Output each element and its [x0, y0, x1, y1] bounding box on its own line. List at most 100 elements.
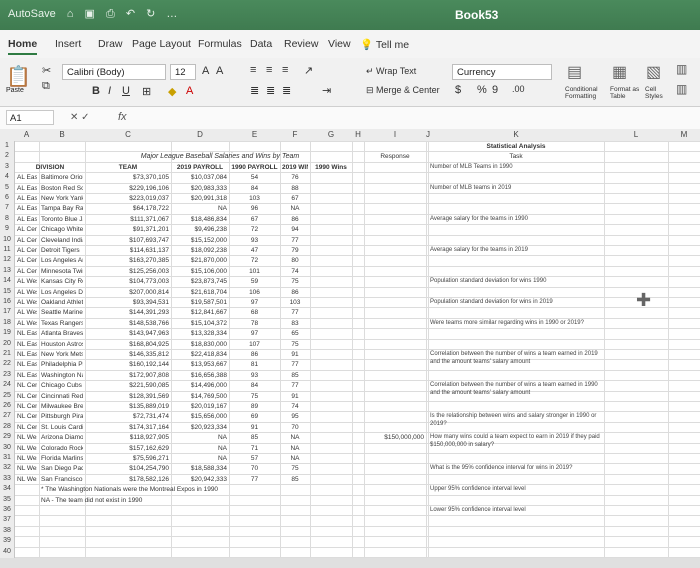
payroll-1990-cell[interactable]: $15,104,372	[173, 319, 227, 328]
row-header[interactable]: 7	[0, 203, 14, 212]
comma-button[interactable]: 9	[492, 84, 498, 96]
row-header[interactable]: 40	[0, 547, 14, 556]
column-label[interactable]: 2019 WINS	[282, 163, 308, 172]
payroll-2019-cell[interactable]: $75,596,271	[87, 454, 169, 463]
wins-1990-cell[interactable]: 80	[282, 256, 308, 265]
wins-1990-cell[interactable]: 75	[282, 464, 308, 473]
wins-2019-cell[interactable]: 54	[231, 173, 278, 182]
wins-2019-cell[interactable]: 106	[231, 288, 278, 297]
payroll-1990-cell[interactable]: $14,769,500	[173, 392, 227, 401]
percent-button[interactable]: %	[477, 84, 487, 96]
sheet-title[interactable]: Major League Baseball Salaries and Wins …	[87, 152, 353, 161]
wins-2019-cell[interactable]: 70	[231, 464, 278, 473]
division-cell[interactable]: NL Central	[17, 381, 37, 390]
wins-1990-cell[interactable]: 75	[282, 277, 308, 286]
team-cell[interactable]: Pittsburgh Pirates	[41, 412, 83, 421]
payroll-2019-cell[interactable]: $168,804,925	[87, 340, 169, 349]
row-header[interactable]: 11	[0, 245, 14, 254]
payroll-1990-cell[interactable]: $13,328,334	[173, 329, 227, 338]
division-cell[interactable]: AL East	[17, 173, 37, 182]
column-label[interactable]: 2019 PAYROLL	[173, 163, 227, 172]
analysis-header[interactable]: Statistical Analysis	[430, 142, 602, 151]
wins-2019-cell[interactable]: 91	[231, 423, 278, 432]
task-cell[interactable]: Were teams more similar regarding wins i…	[430, 319, 602, 327]
italic-button[interactable]: I	[108, 85, 111, 97]
task-cell[interactable]: Is the relationship between wins and sal…	[430, 412, 602, 428]
row-header[interactable]: 33	[0, 474, 14, 483]
column-header-e[interactable]: E	[229, 130, 280, 139]
font-color-icon[interactable]: A	[186, 85, 193, 97]
team-cell[interactable]: New York Mets	[41, 350, 83, 359]
row-header[interactable]: 27	[0, 411, 14, 420]
payroll-1990-cell[interactable]: NA	[173, 444, 227, 453]
team-cell[interactable]: Houston Astros	[41, 340, 83, 349]
wins-1990-cell[interactable]: NA	[282, 204, 308, 213]
row-header[interactable]: 2	[0, 151, 14, 160]
task-cell[interactable]: Correlation between the number of wins a…	[430, 350, 602, 366]
payroll-1990-cell[interactable]: $18,092,238	[173, 246, 227, 255]
payroll-2019-cell[interactable]: $111,371,067	[87, 215, 169, 224]
wins-2019-cell[interactable]: 89	[231, 402, 278, 411]
team-cell[interactable]: Cleveland Indians	[41, 236, 83, 245]
division-cell[interactable]: AL West	[17, 298, 37, 307]
payroll-1990-cell[interactable]: $21,618,704	[173, 288, 227, 297]
team-cell[interactable]: Atlanta Braves	[41, 329, 83, 338]
row-header[interactable]: 26	[0, 401, 14, 410]
team-cell[interactable]: Philadelphia Phillies	[41, 360, 83, 369]
wins-1990-cell[interactable]: 95	[282, 412, 308, 421]
row-header[interactable]: 36	[0, 505, 14, 514]
row-header[interactable]: 15	[0, 287, 14, 296]
division-cell[interactable]: NL West	[17, 464, 37, 473]
row-header[interactable]: 8	[0, 214, 14, 223]
wins-1990-cell[interactable]: NA	[282, 433, 308, 442]
wins-2019-cell[interactable]: 68	[231, 308, 278, 317]
team-cell[interactable]: Colorado Rockies	[41, 444, 83, 453]
task-cell[interactable]: Number of MLB Teams in 1990	[430, 163, 602, 171]
team-cell[interactable]: Baltimore Orioles	[41, 173, 83, 182]
payroll-1990-cell[interactable]: $18,830,000	[173, 340, 227, 349]
row-header[interactable]: 37	[0, 515, 14, 524]
worksheet-grid[interactable]: Major League Baseball Salaries and Wins …	[15, 141, 700, 568]
division-cell[interactable]: NL Central	[17, 402, 37, 411]
fill-color-icon[interactable]: ◆	[168, 85, 176, 98]
payroll-1990-cell[interactable]: $15,106,000	[173, 267, 227, 276]
wins-1990-cell[interactable]: 85	[282, 371, 308, 380]
print-icon[interactable]: ⎙	[106, 8, 115, 20]
payroll-1990-cell[interactable]: $9,496,238	[173, 225, 227, 234]
wins-1990-cell[interactable]: NA	[282, 444, 308, 453]
align-bottom-icon[interactable]: ≡	[282, 64, 288, 76]
wins-1990-cell[interactable]: 86	[282, 288, 308, 297]
task-cell[interactable]: Average salary for the teams in 1990	[430, 215, 602, 223]
copy-icon[interactable]: ⧉	[42, 80, 50, 93]
division-cell[interactable]: NL West	[17, 444, 37, 453]
tab-home[interactable]: Home	[8, 38, 38, 55]
payroll-1990-cell[interactable]: $10,037,084	[173, 173, 227, 182]
home-icon[interactable]: ⌂	[67, 8, 74, 20]
wins-1990-cell[interactable]: 77	[282, 308, 308, 317]
division-cell[interactable]: AL East	[17, 194, 37, 203]
align-top-icon[interactable]: ≡	[250, 64, 256, 76]
team-cell[interactable]: Seattle Mariners	[41, 308, 83, 317]
tab-view[interactable]: View	[328, 38, 351, 50]
row-header[interactable]: 19	[0, 328, 14, 337]
column-header-k[interactable]: K	[428, 130, 604, 139]
row-header[interactable]: 20	[0, 339, 14, 348]
column-header-a[interactable]: A	[14, 130, 39, 139]
payroll-2019-cell[interactable]: $148,538,766	[87, 319, 169, 328]
team-cell[interactable]: Washington Nationals*	[41, 371, 83, 380]
conditional-formatting-button[interactable]: Conditional Formatting	[565, 86, 605, 100]
wins-1990-cell[interactable]: 74	[282, 402, 308, 411]
wins-2019-cell[interactable]: 97	[231, 298, 278, 307]
format-as-table-icon[interactable]: ▦	[612, 62, 627, 82]
cell-styles-button[interactable]: Cell Styles	[645, 86, 667, 100]
payroll-2019-cell[interactable]: $128,391,569	[87, 392, 169, 401]
row-header[interactable]: 12	[0, 255, 14, 264]
task-cell[interactable]: Population standard deviation for wins 1…	[430, 277, 602, 285]
task-header[interactable]: Task	[430, 152, 602, 161]
payroll-2019-cell[interactable]: $107,693,747	[87, 236, 169, 245]
wins-1990-cell[interactable]: 79	[282, 246, 308, 255]
column-header-f[interactable]: F	[280, 130, 310, 139]
payroll-1990-cell[interactable]: $20,942,333	[173, 475, 227, 484]
payroll-2019-cell[interactable]: $146,335,812	[87, 350, 169, 359]
division-cell[interactable]: AL Central	[17, 236, 37, 245]
